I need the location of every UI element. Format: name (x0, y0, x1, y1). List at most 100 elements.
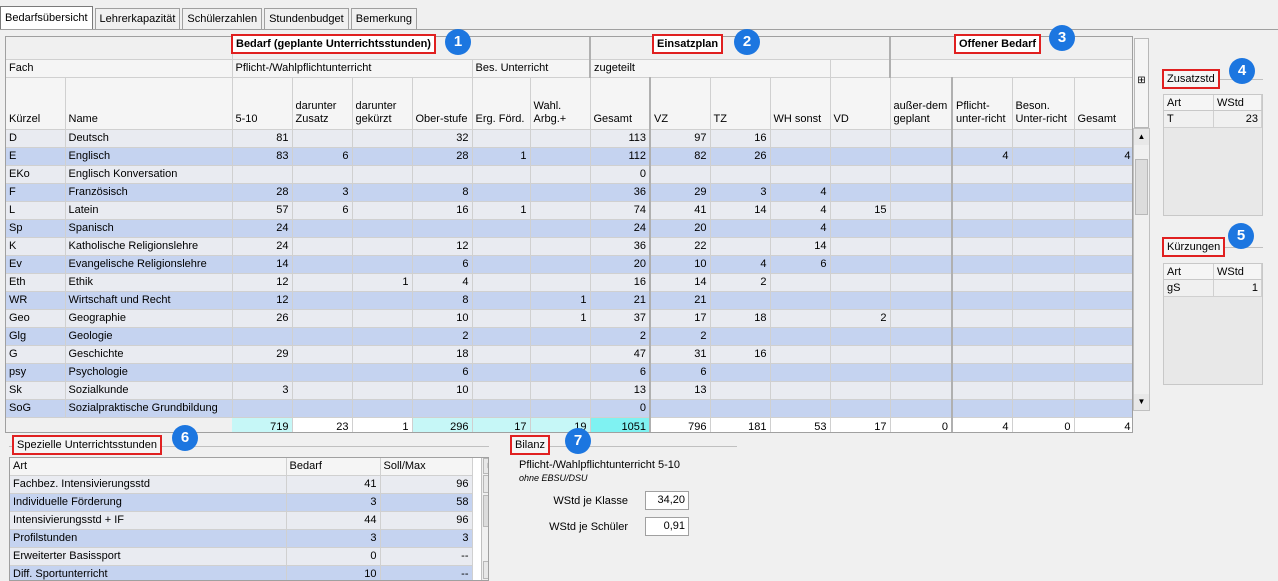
cell-ef[interactable] (472, 273, 531, 292)
cell-ges[interactable]: 37 (590, 309, 651, 328)
cell-k[interactable]: D (6, 129, 66, 148)
spezielle-cell-bedarf[interactable]: 44 (286, 511, 381, 530)
cell-g[interactable] (352, 237, 413, 256)
cell-ob2[interactable] (1012, 237, 1075, 256)
cell-tz[interactable] (710, 327, 771, 346)
cell-k[interactable]: Geo (6, 309, 66, 328)
col-vz[interactable]: VZ (650, 77, 711, 130)
cell-vz[interactable] (650, 165, 711, 184)
cell-wa[interactable]: 1 (530, 291, 591, 310)
cell-n[interactable]: Geologie (65, 327, 233, 346)
cell-g[interactable] (352, 363, 413, 382)
cell-wh[interactable] (770, 165, 831, 184)
cell-k[interactable]: G (6, 345, 66, 364)
cell-wa[interactable] (530, 327, 591, 346)
cell-ob[interactable]: 10 (412, 309, 473, 328)
cell-k[interactable]: E (6, 147, 66, 166)
cell-ef[interactable] (472, 291, 531, 310)
cell-z[interactable] (292, 219, 353, 238)
cell-ob2[interactable] (1012, 345, 1075, 364)
cell-n[interactable]: Französisch (65, 183, 233, 202)
cell-vd[interactable] (830, 363, 891, 382)
cell-z[interactable] (292, 327, 353, 346)
cell-n[interactable]: Spanisch (65, 219, 233, 238)
cell-ges[interactable]: 2 (590, 327, 651, 346)
cell-ob2[interactable] (1012, 327, 1075, 346)
cell-vd[interactable] (830, 237, 891, 256)
tab-bemerkung[interactable]: Bemerkung (350, 8, 417, 30)
cell-ob2[interactable] (1012, 219, 1075, 238)
cell-vd[interactable] (830, 381, 891, 400)
cell-ob[interactable]: 2 (412, 327, 473, 346)
cell-z[interactable] (292, 165, 353, 184)
cell-vd[interactable] (830, 291, 891, 310)
cell-c510[interactable]: 14 (232, 255, 293, 274)
spezielle-col-art[interactable]: Art (10, 458, 287, 476)
cell-ges[interactable]: 113 (590, 129, 651, 148)
cell-tz[interactable] (710, 291, 771, 310)
table-row[interactable]: Ev Evangelische Religionslehre 14 6 20 10 4 6 (6, 255, 1132, 274)
cell-wa[interactable] (530, 219, 591, 238)
cell-ob2[interactable] (1012, 147, 1075, 166)
zusatzstd-row[interactable]: T 23 (1164, 111, 1262, 128)
cell-tz[interactable] (710, 165, 771, 184)
cell-k[interactable]: K (6, 237, 66, 256)
cell-z[interactable] (292, 363, 353, 382)
cell-ob[interactable] (412, 219, 473, 238)
cell-g[interactable] (352, 381, 413, 400)
spezielle-col-soll[interactable]: Soll/Max (380, 458, 473, 476)
cell-n[interactable]: Evangelische Religionslehre (65, 255, 233, 274)
cell-g[interactable] (352, 219, 413, 238)
cell-ob2[interactable] (1012, 273, 1075, 292)
cell-ef[interactable] (472, 237, 531, 256)
cell-op[interactable] (952, 327, 1013, 346)
cell-ob[interactable]: 12 (412, 237, 473, 256)
spezielle-cell-art[interactable]: Fachbez. Intensivierungsstd (10, 475, 287, 494)
cell-ef[interactable] (472, 363, 531, 382)
cell-ges[interactable]: 112 (590, 147, 651, 166)
cell-k[interactable]: Glg (6, 327, 66, 346)
col-pflicht-unterricht[interactable]: Pflicht-unter-richt (952, 77, 1013, 130)
cell-ob2[interactable] (1012, 363, 1075, 382)
cell-ges[interactable]: 0 (590, 165, 651, 184)
cell-og[interactable] (1074, 129, 1132, 148)
spezielle-cell-art[interactable]: Erweiterter Basissport (10, 547, 287, 566)
cell-ob2[interactable] (1012, 201, 1075, 220)
cell-ges[interactable]: 13 (590, 381, 651, 400)
cell-ges[interactable]: 20 (590, 255, 651, 274)
cell-og[interactable] (1074, 255, 1132, 274)
cell-op[interactable] (952, 237, 1013, 256)
cell-wh[interactable] (770, 399, 831, 418)
cell-ef[interactable]: 1 (472, 201, 531, 220)
cell-vz[interactable]: 14 (650, 273, 711, 292)
cell-ad[interactable] (890, 219, 954, 238)
col-vd[interactable]: VD (830, 77, 891, 130)
cell-vz[interactable]: 21 (650, 291, 711, 310)
spezielle-scroll-down-icon[interactable]: ▼ (483, 561, 488, 579)
table-row[interactable]: psy Psychologie 6 6 6 (6, 363, 1132, 382)
kuerzungen-row[interactable]: gS 1 (1164, 280, 1262, 297)
cell-ef[interactable] (472, 219, 531, 238)
cell-ob2[interactable] (1012, 309, 1075, 328)
cell-vz[interactable]: 6 (650, 363, 711, 382)
cell-op[interactable] (952, 183, 1013, 202)
cell-wa[interactable] (530, 129, 591, 148)
cell-ad[interactable] (890, 147, 954, 166)
cell-ges[interactable]: 24 (590, 219, 651, 238)
cell-og[interactable] (1074, 309, 1132, 328)
cell-g[interactable] (352, 291, 413, 310)
cell-vz[interactable]: 10 (650, 255, 711, 274)
cell-ob[interactable] (412, 399, 473, 418)
cell-vd[interactable] (830, 183, 891, 202)
tab-schuelerzahlen[interactable]: Schülerzahlen (182, 8, 263, 30)
spezielle-cell-art[interactable]: Diff. Sportunterricht (10, 565, 287, 580)
cell-vz[interactable]: 29 (650, 183, 711, 202)
tab-bedarfsuebersicht[interactable]: Bedarfsübersicht (0, 6, 93, 30)
cell-g[interactable] (352, 183, 413, 202)
scroll-up-icon[interactable]: ▲ (1134, 129, 1149, 145)
cell-z[interactable] (292, 255, 353, 274)
cell-c510[interactable] (232, 327, 293, 346)
cell-g[interactable] (352, 129, 413, 148)
cell-n[interactable]: Englisch Konversation (65, 165, 233, 184)
cell-c510[interactable] (232, 363, 293, 382)
